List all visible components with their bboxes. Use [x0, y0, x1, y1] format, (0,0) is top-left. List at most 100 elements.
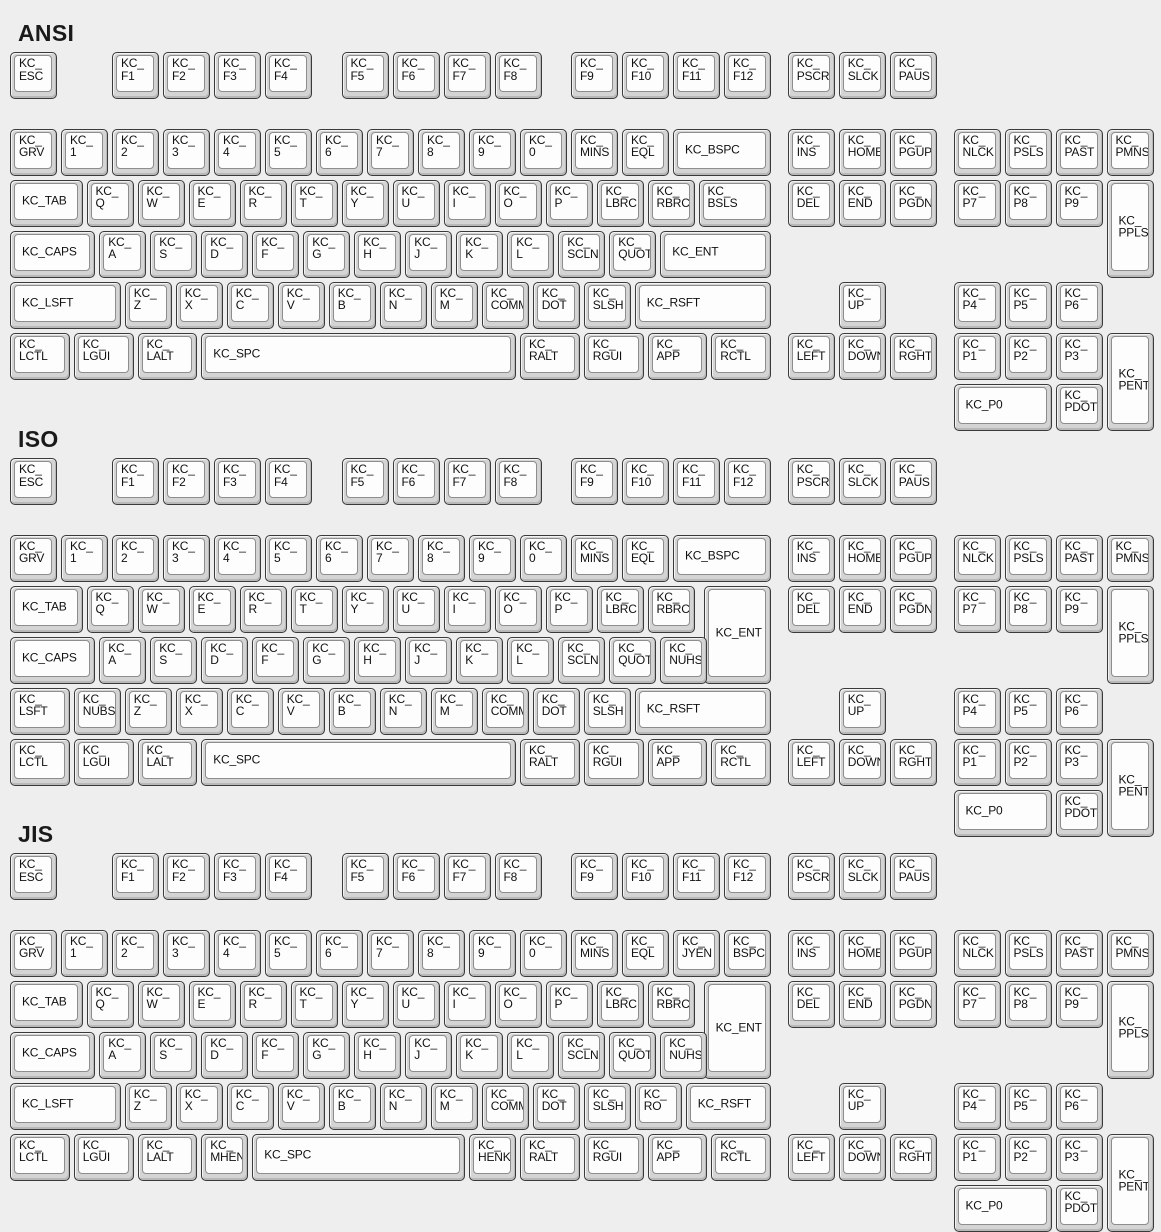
key-ansi-kc-u[interactable]: KC_ U [392, 179, 440, 227]
key-iso-kc-e[interactable]: KC_ E [188, 585, 236, 633]
key-ansi-kc-pgup[interactable]: KC_ PGUP [889, 128, 937, 176]
key-iso-kc-t[interactable]: KC_ T [290, 585, 338, 633]
key-jis-kc-ralt[interactable]: KC_ RALT [520, 1133, 580, 1181]
key-ansi-kc-home[interactable]: KC_ HOME [838, 128, 886, 176]
key-jis-kc-t[interactable]: KC_ T [290, 980, 338, 1028]
key-jis-kc-rght[interactable]: KC_ RGHT [889, 1133, 937, 1181]
key-iso-kc-lgui[interactable]: KC_ LGUI [73, 738, 134, 786]
key-jis-kc-3[interactable]: KC_ 3 [163, 929, 210, 977]
key-ansi-kc-psls[interactable]: KC_ PSLS [1004, 128, 1052, 176]
key-ansi-kc-f[interactable]: KC_ F [252, 230, 300, 278]
key-iso-kc-p[interactable]: KC_ P [545, 585, 593, 633]
key-ansi-kc-m[interactable]: KC_ M [430, 281, 478, 329]
key-jis-kc-slsh[interactable]: KC_ SLSH [583, 1082, 631, 1130]
key-jis-kc-ins[interactable]: KC_ INS [787, 929, 835, 977]
key-ansi-kc-end[interactable]: KC_ END [838, 179, 886, 227]
key-ansi-kc-j[interactable]: KC_ J [405, 230, 453, 278]
key-iso-kc-n[interactable]: KC_ N [379, 687, 427, 735]
key-iso-kc-slck[interactable]: KC_ SLCK [838, 458, 886, 505]
key-iso-kc-u[interactable]: KC_ U [392, 585, 440, 633]
key-iso-kc-slsh[interactable]: KC_ SLSH [583, 687, 631, 735]
key-ansi-kc-f10[interactable]: KC_ F10 [622, 52, 669, 99]
key-jis-kc-end[interactable]: KC_ END [838, 980, 886, 1028]
key-jis-kc-ent[interactable]: KC_ENT [703, 980, 771, 1079]
key-iso-kc-l[interactable]: KC_ L [507, 636, 555, 684]
key-ansi-kc-slsh[interactable]: KC_ SLSH [583, 281, 631, 329]
key-iso-kc-f8[interactable]: KC_ F8 [494, 458, 542, 505]
key-iso-kc-f12[interactable]: KC_ F12 [724, 458, 771, 505]
key-iso-kc-ralt[interactable]: KC_ RALT [520, 738, 580, 786]
key-iso-kc-nuhs[interactable]: KC_ NUHS [660, 636, 708, 684]
key-iso-kc-v[interactable]: KC_ V [277, 687, 325, 735]
key-ansi-kc-lbrc[interactable]: KC_ LBRC [596, 179, 644, 227]
key-jis-kc-6[interactable]: KC_ 6 [316, 929, 363, 977]
key-iso-kc-6[interactable]: KC_ 6 [316, 534, 363, 582]
key-ansi-kc-lgui[interactable]: KC_ LGUI [73, 332, 134, 380]
key-iso-kc-ins[interactable]: KC_ INS [787, 534, 835, 582]
key-jis-kc-s[interactable]: KC_ S [150, 1031, 198, 1079]
key-jis-kc-slck[interactable]: KC_ SLCK [838, 853, 886, 900]
key-iso-kc-f1[interactable]: KC_ F1 [112, 458, 159, 505]
key-iso-kc-0[interactable]: KC_ 0 [520, 534, 567, 582]
key-jis-kc-spc[interactable]: KC_SPC [252, 1133, 465, 1181]
key-iso-kc-down[interactable]: KC_ DOWN [838, 738, 886, 786]
key-jis-kc-f10[interactable]: KC_ F10 [622, 853, 669, 900]
key-jis-kc-f6[interactable]: KC_ F6 [392, 853, 440, 900]
key-iso-kc-ent[interactable]: KC_ENT [703, 585, 771, 684]
key-ansi-kc-lsft[interactable]: KC_LSFT [10, 281, 121, 329]
key-jis-kc-f9[interactable]: KC_ F9 [571, 853, 618, 900]
key-iso-kc-f7[interactable]: KC_ F7 [443, 458, 491, 505]
key-ansi-kc-p6[interactable]: KC_ P6 [1055, 281, 1103, 329]
key-ansi-kc-f6[interactable]: KC_ F6 [392, 52, 440, 99]
key-iso-kc-p5[interactable]: KC_ P5 [1004, 687, 1052, 735]
key-jis-kc-f7[interactable]: KC_ F7 [443, 853, 491, 900]
key-ansi-kc-e[interactable]: KC_ E [188, 179, 236, 227]
key-jis-kc-2[interactable]: KC_ 2 [112, 929, 159, 977]
key-jis-kc-scln[interactable]: KC_ SCLN [558, 1031, 606, 1079]
key-ansi-kc-r[interactable]: KC_ R [239, 179, 287, 227]
key-jis-kc-1[interactable]: KC_ 1 [61, 929, 108, 977]
key-ansi-kc-b[interactable]: KC_ B [328, 281, 376, 329]
key-jis-kc-e[interactable]: KC_ E [188, 980, 236, 1028]
key-jis-kc-n[interactable]: KC_ N [379, 1082, 427, 1130]
key-jis-kc-pgup[interactable]: KC_ PGUP [889, 929, 937, 977]
key-iso-kc-f9[interactable]: KC_ F9 [571, 458, 618, 505]
key-ansi-kc-3[interactable]: KC_ 3 [163, 128, 210, 176]
key-ansi-kc-eql[interactable]: KC_ EQL [622, 128, 669, 176]
key-ansi-kc-rctl[interactable]: KC_ RCTL [711, 332, 771, 380]
key-iso-kc-rctl[interactable]: KC_ RCTL [711, 738, 771, 786]
key-ansi-kc-lctl[interactable]: KC_ LCTL [10, 332, 70, 380]
key-ansi-kc-q[interactable]: KC_ Q [86, 179, 134, 227]
key-jis-kc-nlck[interactable]: KC_ NLCK [953, 929, 1001, 977]
key-jis-kc-y[interactable]: KC_ Y [341, 980, 389, 1028]
key-iso-kc-f6[interactable]: KC_ F6 [392, 458, 440, 505]
key-jis-kc-lctl[interactable]: KC_ LCTL [10, 1133, 70, 1181]
key-ansi-kc-o[interactable]: KC_ O [494, 179, 542, 227]
key-iso-kc-pgup[interactable]: KC_ PGUP [889, 534, 937, 582]
key-ansi-kc-8[interactable]: KC_ 8 [418, 128, 465, 176]
key-ansi-kc-i[interactable]: KC_ I [443, 179, 491, 227]
key-ansi-kc-ent[interactable]: KC_ENT [660, 230, 771, 278]
key-ansi-kc-p2[interactable]: KC_ P2 [1004, 332, 1052, 380]
key-ansi-kc-f3[interactable]: KC_ F3 [214, 52, 261, 99]
key-iso-kc-dot[interactable]: KC_ DOT [532, 687, 580, 735]
key-ansi-kc-up[interactable]: KC_ UP [838, 281, 886, 329]
key-iso-kc-p0[interactable]: KC_P0 [953, 789, 1052, 837]
key-jis-kc-z[interactable]: KC_ Z [124, 1082, 172, 1130]
key-jis-kc-p9[interactable]: KC_ P9 [1055, 980, 1103, 1028]
key-jis-kc-rgui[interactable]: KC_ RGUI [583, 1133, 644, 1181]
key-ansi-kc-dot[interactable]: KC_ DOT [532, 281, 580, 329]
key-ansi-kc-f12[interactable]: KC_ F12 [724, 52, 771, 99]
key-iso-kc-end[interactable]: KC_ END [838, 585, 886, 633]
key-ansi-kc-a[interactable]: KC_ A [99, 230, 147, 278]
key-iso-kc-d[interactable]: KC_ D [201, 636, 249, 684]
key-iso-kc-left[interactable]: KC_ LEFT [787, 738, 835, 786]
key-ansi-kc-t[interactable]: KC_ T [290, 179, 338, 227]
key-iso-kc-p3[interactable]: KC_ P3 [1055, 738, 1103, 786]
key-jis-kc-down[interactable]: KC_ DOWN [838, 1133, 886, 1181]
key-iso-kc-past[interactable]: KC_ PAST [1055, 534, 1103, 582]
key-jis-kc-f8[interactable]: KC_ F8 [494, 853, 542, 900]
key-jis-kc-lbrc[interactable]: KC_ LBRC [596, 980, 644, 1028]
key-ansi-kc-l[interactable]: KC_ L [507, 230, 555, 278]
key-iso-kc-caps[interactable]: KC_CAPS [10, 636, 96, 684]
